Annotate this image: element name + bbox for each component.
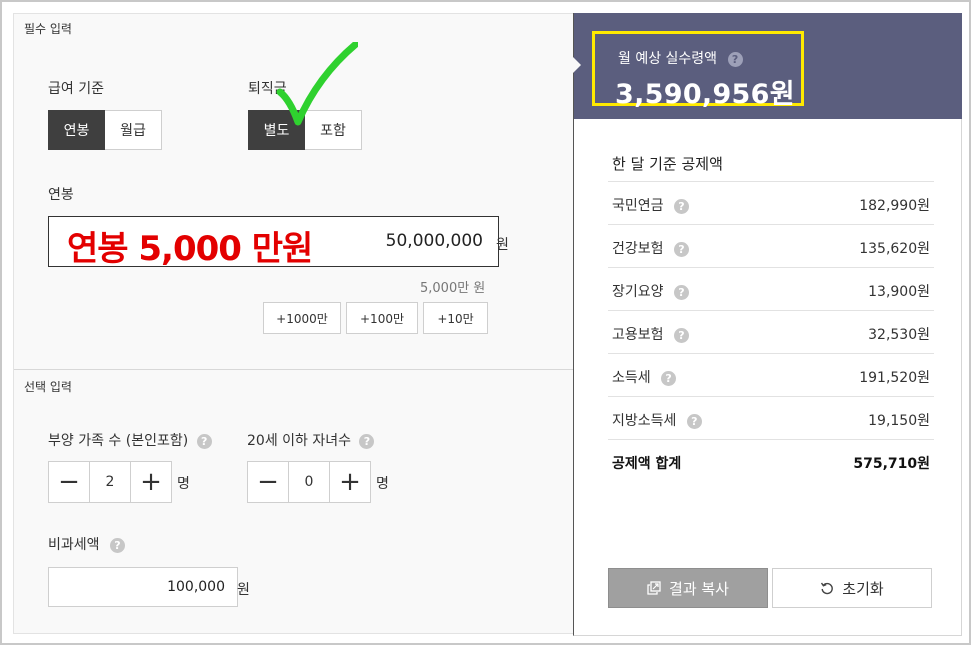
net-pay-label: 월 예상 실수령액 ? <box>618 48 743 68</box>
nontaxable-value: 100,000 <box>167 579 225 595</box>
copy-result-label: 결과 복사 <box>669 579 729 598</box>
add-1m-button[interactable]: +100만 <box>346 302 418 334</box>
pay-basis-option-annual[interactable]: 연봉 <box>48 110 105 150</box>
add-100k-button[interactable]: +10만 <box>423 302 488 334</box>
deduction-row: 지방소득세 ? 19,150원 <box>612 410 930 430</box>
divider <box>608 353 934 354</box>
deduction-value: 135,620원 <box>859 241 930 257</box>
nontaxable-unit: 원 <box>237 582 250 598</box>
optional-section-title: 선택 입력 <box>24 380 72 394</box>
result-panel: 월 예상 실수령액 ? 3,590,956원 한 달 기준 공제액 국민연금 ?… <box>573 13 962 636</box>
deduction-name: 소득세 <box>612 370 651 386</box>
input-panel: 필수 입력 급여 기준 연봉 월급 퇴직금 별도 포함 연봉 연봉 5,000 … <box>13 13 574 634</box>
dependents-value[interactable]: 2 <box>89 462 131 502</box>
minus-icon[interactable]: − <box>248 462 288 502</box>
deduction-title: 한 달 기준 공제액 <box>612 155 723 173</box>
deduction-row: 장기요양 ? 13,900원 <box>612 281 930 301</box>
salary-value: 50,000,000 <box>385 231 483 251</box>
nontaxable-input[interactable]: 100,000 <box>48 567 238 607</box>
deduction-value: 191,520원 <box>859 370 930 386</box>
deduction-value: 13,900원 <box>868 284 930 300</box>
pay-basis-option-monthly[interactable]: 월급 <box>105 110 162 150</box>
deduction-value: 19,150원 <box>868 413 930 429</box>
help-icon[interactable]: ? <box>196 433 212 449</box>
highlight-box: 월 예상 실수령액 ? 3,590,956원 <box>592 31 804 110</box>
deduction-value: 182,990원 <box>859 198 930 214</box>
dependents-stepper: − 2 + <box>48 461 172 503</box>
help-icon[interactable]: ? <box>109 537 125 553</box>
calculator-frame: 필수 입력 급여 기준 연봉 월급 퇴직금 별도 포함 연봉 연봉 5,000 … <box>0 0 971 645</box>
help-icon[interactable]: ? <box>359 433 375 449</box>
divider <box>608 396 934 397</box>
salary-label: 연봉 <box>48 187 74 203</box>
children-value[interactable]: 0 <box>288 462 330 502</box>
deduction-name: 지방소득세 <box>612 413 677 429</box>
deduction-row: 소득세 ? 191,520원 <box>612 367 930 387</box>
children-label: 20세 이하 자녀수 ? <box>247 430 375 450</box>
copy-result-button[interactable]: 결과 복사 <box>608 568 768 608</box>
deduction-name: 건강보험 <box>612 241 664 257</box>
nontaxable-label: 비과세액 ? <box>48 534 125 554</box>
divider <box>608 181 934 182</box>
deduction-name: 국민연금 <box>612 198 664 214</box>
dependents-label: 부양 가족 수 (본인포함) ? <box>48 430 212 450</box>
plus-icon[interactable]: + <box>131 462 171 502</box>
reset-icon <box>820 581 834 595</box>
help-icon[interactable]: ? <box>673 284 689 300</box>
children-label-text: 20세 이하 자녀수 <box>247 433 351 449</box>
deduction-name: 장기요양 <box>612 284 664 300</box>
required-section-title: 필수 입력 <box>24 22 72 36</box>
children-stepper: − 0 + <box>247 461 371 503</box>
deduction-total-value: 575,710원 <box>853 456 930 472</box>
deduction-total-row: 공제액 합계 575,710원 <box>612 453 930 473</box>
pay-basis-label: 급여 기준 <box>48 81 104 97</box>
salary-input[interactable]: 연봉 5,000 만원 50,000,000 <box>48 216 499 269</box>
deduction-row: 국민연금 ? 182,990원 <box>612 195 930 215</box>
net-pay-label-text: 월 예상 실수령액 <box>618 51 718 67</box>
checkmark-icon <box>276 42 358 126</box>
plus-icon[interactable]: + <box>330 462 370 502</box>
divider <box>608 224 934 225</box>
deduction-total-label: 공제액 합계 <box>612 456 682 472</box>
result-header: 월 예상 실수령액 ? 3,590,956원 <box>573 13 962 119</box>
salary-hint: 5,000만 원 <box>420 281 486 296</box>
children-unit: 명 <box>376 476 389 492</box>
dependents-label-text: 부양 가족 수 (본인포함) <box>48 433 189 449</box>
reset-button[interactable]: 초기화 <box>772 568 932 608</box>
minus-icon[interactable]: − <box>49 462 89 502</box>
salary-unit: 원 <box>496 237 509 253</box>
net-pay-value: 3,590,956원 <box>615 79 795 110</box>
pay-basis-toggle: 연봉 월급 <box>48 110 162 150</box>
help-icon[interactable]: ? <box>727 51 743 67</box>
nontaxable-label-text: 비과세액 <box>48 537 100 553</box>
deduction-name: 고용보험 <box>612 327 664 343</box>
divider <box>608 439 934 440</box>
add-10m-button[interactable]: +1000만 <box>263 302 341 334</box>
deduction-value: 32,530원 <box>868 327 930 343</box>
help-icon[interactable]: ? <box>673 327 689 343</box>
deduction-row: 고용보험 ? 32,530원 <box>612 324 930 344</box>
copy-icon <box>647 581 661 595</box>
deduction-row: 건강보험 ? 135,620원 <box>612 238 930 258</box>
divider <box>608 267 934 268</box>
help-icon[interactable]: ? <box>686 413 702 429</box>
section-divider <box>14 369 573 370</box>
header-notch <box>573 57 581 73</box>
help-icon[interactable]: ? <box>661 370 677 386</box>
divider <box>608 310 934 311</box>
help-icon[interactable]: ? <box>673 241 689 257</box>
reset-label: 초기화 <box>842 579 884 598</box>
help-icon[interactable]: ? <box>673 198 689 214</box>
salary-overlay-text: 연봉 5,000 만원 <box>67 229 313 269</box>
dependents-unit: 명 <box>177 476 190 492</box>
